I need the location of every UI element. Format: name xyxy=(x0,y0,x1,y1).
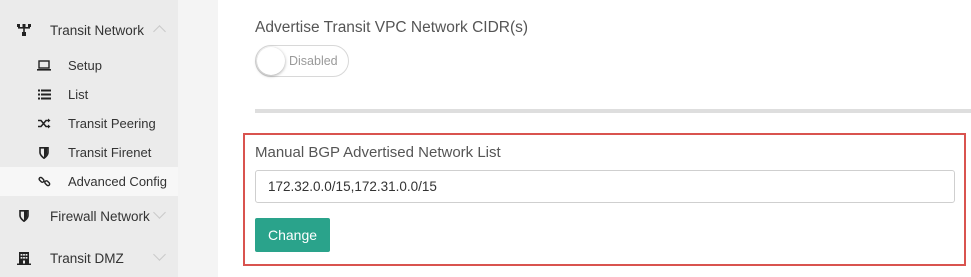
bgp-network-list-label: Manual BGP Advertised Network List xyxy=(255,144,501,161)
link-icon xyxy=(36,174,52,190)
shuffle-icon xyxy=(36,116,52,132)
laptop-icon xyxy=(36,58,52,74)
building-icon xyxy=(15,249,33,267)
section-divider xyxy=(255,109,971,113)
sidebar-item-label: Firewall Network xyxy=(50,208,150,224)
shield-icon xyxy=(36,145,52,161)
sidebar-item-transit-dmz[interactable]: Transit DMZ xyxy=(0,245,178,271)
sidebar-item-label: Transit DMZ xyxy=(50,250,124,266)
list-icon xyxy=(36,87,52,103)
shield-icon xyxy=(15,207,33,225)
sidebar-item-firewall-network[interactable]: Firewall Network xyxy=(0,203,178,229)
sidebar-subitem-label: List xyxy=(68,87,89,102)
main-content: Advertise Transit VPC Network CIDR(s) Di… xyxy=(218,0,971,277)
toggle-state-label: Disabled xyxy=(289,54,338,68)
advertise-cidr-label: Advertise Transit VPC Network CIDR(s) xyxy=(255,19,529,36)
sidebar-subitem-list[interactable]: List xyxy=(0,80,178,109)
bgp-network-list-input[interactable] xyxy=(255,170,955,203)
content-gutter xyxy=(178,0,218,277)
sidebar-subitem-transit-peering[interactable]: Transit Peering xyxy=(0,109,178,138)
bgp-network-list-panel: Manual BGP Advertised Network List Chang… xyxy=(243,133,966,266)
toggle-knob xyxy=(257,47,285,75)
chevron-down-icon xyxy=(153,206,166,219)
change-button[interactable]: Change xyxy=(255,218,330,252)
sidebar-subitem-label: Transit Peering xyxy=(68,116,156,131)
sidebar-item-label: Transit Network xyxy=(50,22,145,38)
sidebar-subitem-label: Transit Firenet xyxy=(68,145,152,160)
transit-network-icon xyxy=(15,21,33,39)
sidebar-item-transit-network[interactable]: Transit Network xyxy=(0,17,178,43)
sidebar-subitem-transit-firenet[interactable]: Transit Firenet xyxy=(0,138,178,167)
advertise-cidr-toggle[interactable]: Disabled xyxy=(255,45,349,77)
sidebar-subitem-setup[interactable]: Setup xyxy=(0,51,178,80)
sidebar-subitem-label: Setup xyxy=(68,58,102,73)
sidebar-subitem-label: Advanced Config xyxy=(68,174,168,189)
sidebar-subitem-advanced-config[interactable]: Advanced Config xyxy=(0,167,178,196)
chevron-down-icon xyxy=(153,248,166,261)
sidebar: Transit Network Setup List Transit Peeri… xyxy=(0,0,178,277)
